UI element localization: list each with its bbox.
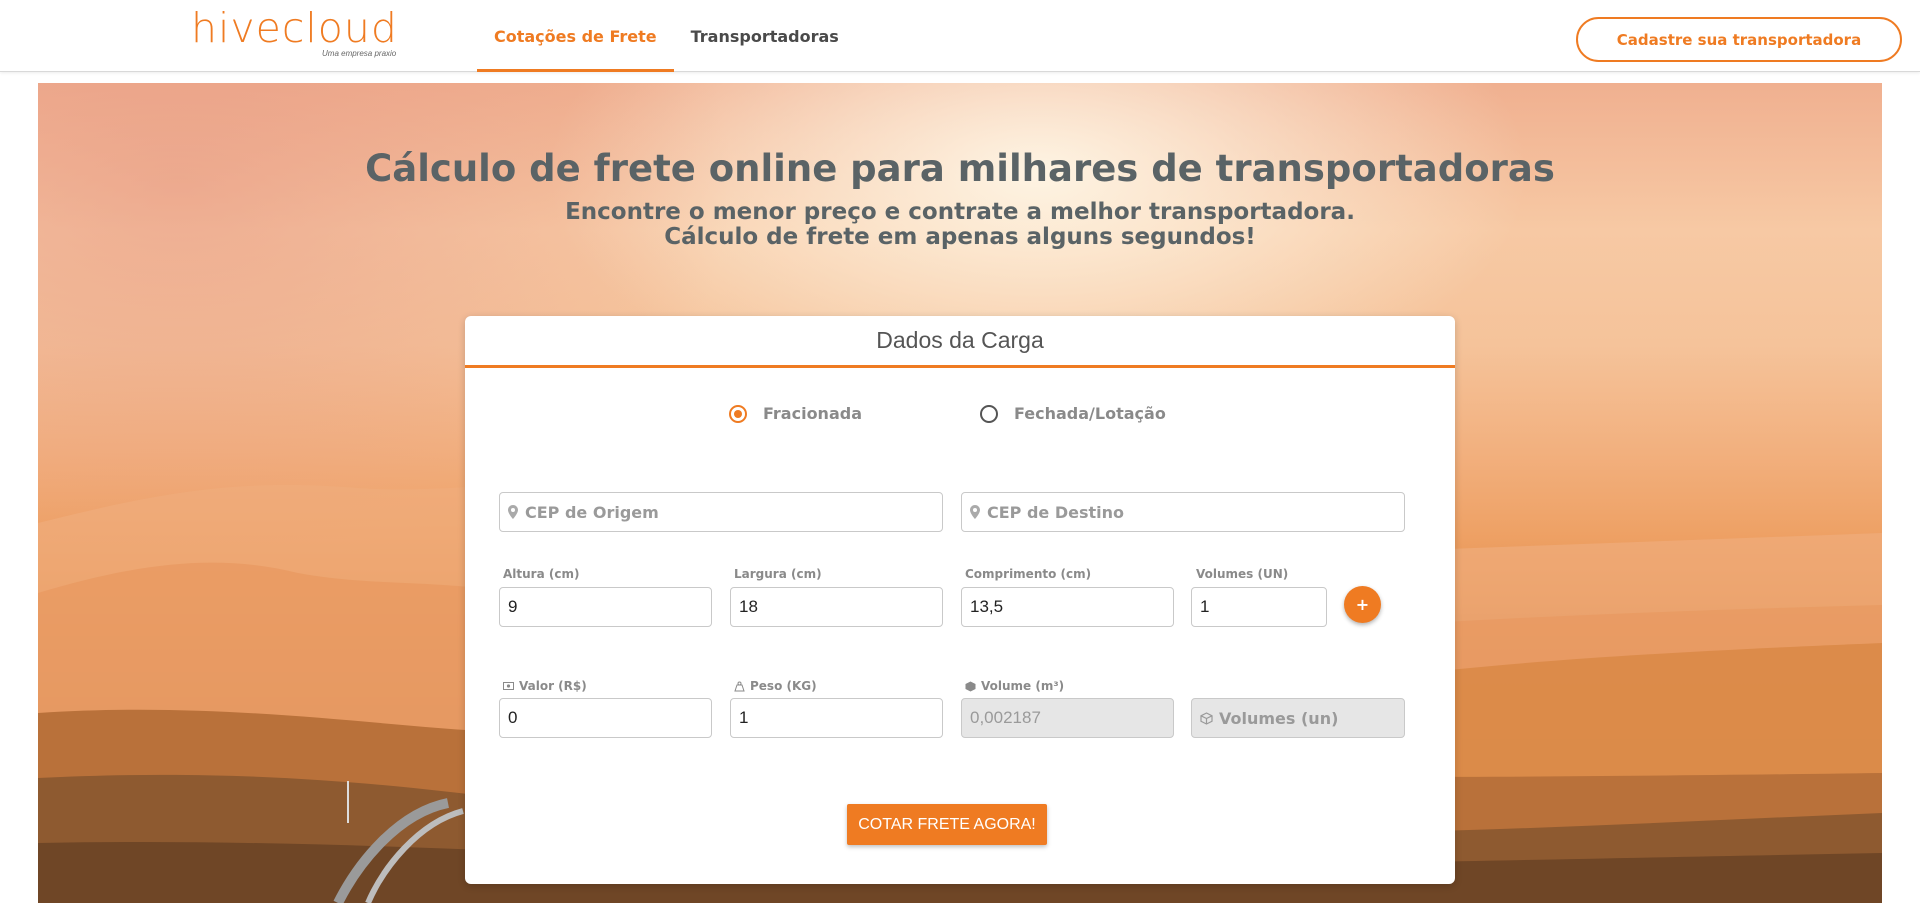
radio-unchecked-icon bbox=[980, 404, 998, 423]
nav-transportadoras[interactable]: Transportadoras bbox=[674, 0, 856, 72]
volume-m3-readonly: 0,002187 bbox=[961, 698, 1174, 738]
cep-destino-placeholder: CEP de Destino bbox=[987, 502, 1125, 522]
map-pin-icon bbox=[970, 505, 980, 519]
quote-freight-button[interactable]: COTAR FRETE AGORA! bbox=[847, 804, 1047, 845]
money-icon bbox=[503, 682, 514, 690]
comprimento-label: Comprimento (cm) bbox=[965, 567, 1092, 581]
register-carrier-button[interactable]: Cadastre sua transportadora bbox=[1576, 17, 1902, 62]
logo-text: hivecloud bbox=[191, 4, 398, 52]
largura-input[interactable]: 18 bbox=[730, 587, 943, 627]
add-volume-button[interactable]: + bbox=[1344, 586, 1381, 623]
volumes-un-placeholder: Volumes (un) bbox=[1219, 708, 1339, 728]
radio-checked-icon bbox=[729, 404, 747, 423]
radio-label: Fechada/Lotação bbox=[1014, 404, 1166, 423]
nav-cotacoes-de-frete[interactable]: Cotações de Frete bbox=[477, 0, 674, 72]
altura-label: Altura (cm) bbox=[503, 567, 580, 581]
radio-fracionada[interactable]: Fracionada bbox=[729, 404, 862, 423]
volumes-un-readonly: Volumes (un) bbox=[1191, 698, 1405, 738]
valor-input[interactable]: 0 bbox=[499, 698, 712, 738]
peso-label-text: Peso (KG) bbox=[750, 679, 817, 693]
cargo-form-card: Dados da Carga Fracionada Fechada/Lotaçã… bbox=[465, 316, 1455, 884]
map-pin-icon bbox=[508, 505, 518, 519]
volume-m3-label-text: Volume (m³) bbox=[981, 679, 1065, 693]
volumes-input[interactable]: 1 bbox=[1191, 587, 1327, 627]
cep-origem-placeholder: CEP de Origem bbox=[525, 502, 659, 522]
comprimento-input[interactable]: 13,5 bbox=[961, 587, 1174, 627]
card-title: Dados da Carga bbox=[465, 316, 1455, 368]
largura-label: Largura (cm) bbox=[734, 567, 822, 581]
valor-label-text: Valor (R$) bbox=[519, 679, 587, 693]
cep-origem-input[interactable]: CEP de Origem bbox=[499, 492, 943, 532]
cube-icon bbox=[965, 681, 976, 691]
altura-input[interactable]: 9 bbox=[499, 587, 712, 627]
valor-label: Valor (R$) bbox=[503, 679, 587, 693]
peso-input[interactable]: 1 bbox=[730, 698, 943, 738]
box-icon bbox=[1200, 711, 1213, 725]
peso-label: Peso (KG) bbox=[734, 679, 817, 693]
volume-m3-label: Volume (m³) bbox=[965, 679, 1064, 693]
main-nav: Cotações de Frete Transportadoras bbox=[477, 0, 856, 72]
hero-subtitle-line1: Encontre o menor preço e contrate a melh… bbox=[565, 199, 1355, 225]
volumes-label: Volumes (UN) bbox=[1196, 567, 1289, 581]
hivecloud-logo[interactable]: hivecloud Uma empresa praxio bbox=[191, 6, 401, 62]
hero-title: Cálculo de frete online para milhares de… bbox=[365, 147, 1555, 190]
logo-tagline: Uma empresa praxio bbox=[322, 49, 397, 58]
load-type-radio-group: Fracionada Fechada/Lotação bbox=[465, 404, 1455, 434]
weight-icon bbox=[734, 681, 745, 691]
radio-fechada-lotacao[interactable]: Fechada/Lotação bbox=[980, 404, 1166, 423]
radio-label: Fracionada bbox=[763, 404, 862, 423]
top-header: hivecloud Uma empresa praxio Cotações de… bbox=[0, 0, 1920, 72]
cep-destino-input[interactable]: CEP de Destino bbox=[961, 492, 1405, 532]
hero-subtitle-line2: Cálculo de frete em apenas alguns segund… bbox=[664, 224, 1256, 250]
